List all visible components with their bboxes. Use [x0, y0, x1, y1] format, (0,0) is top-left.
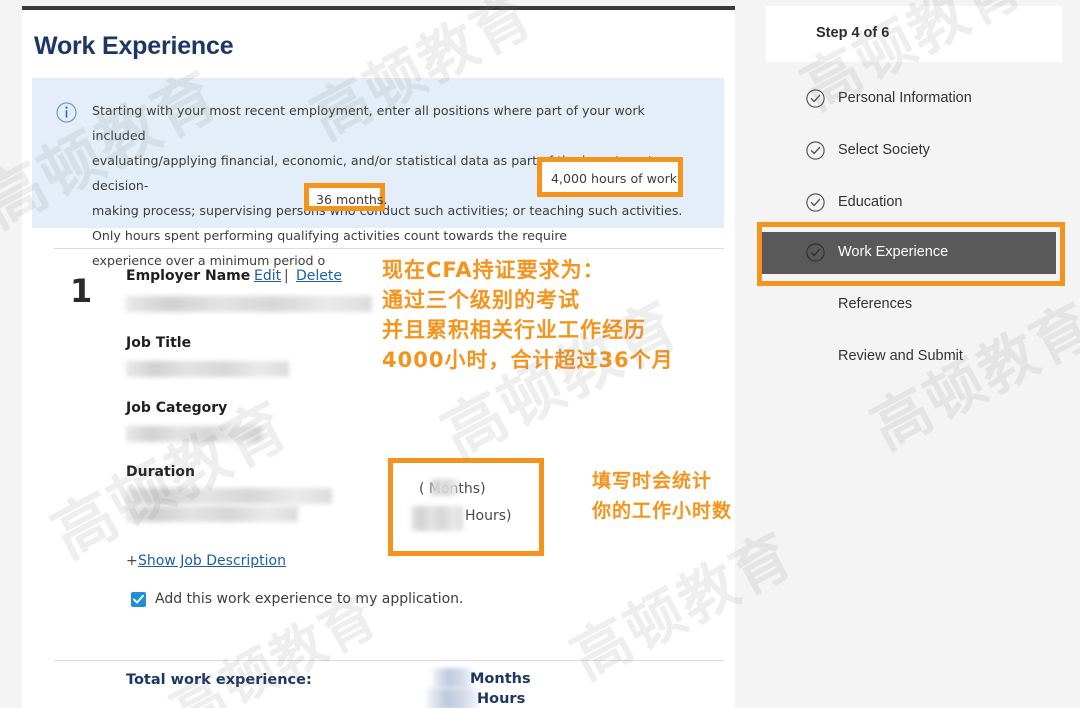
- entry-hours-text: Hours): [465, 508, 511, 524]
- step-indicator-card: Step 4 of 6: [766, 6, 1062, 62]
- sidebar-item-select-society[interactable]: Select Society: [760, 130, 1056, 172]
- sidebar-item-label: Select Society: [838, 142, 930, 158]
- highlight-hours-text: 4,000 hours of work: [551, 171, 678, 186]
- entry-number: 1: [70, 272, 92, 310]
- sidebar-item-label: Education: [838, 194, 903, 210]
- sidebar-item-personal-information[interactable]: Personal Information: [760, 78, 1056, 120]
- sidebar-item-review-and-submit[interactable]: Review and Submit: [760, 336, 1056, 378]
- highlight-months-hours-box: ( Months) Hours): [388, 458, 544, 556]
- job-title-value-redacted: [126, 361, 289, 377]
- highlight-months-requirement: 36 months.: [304, 183, 385, 211]
- annotation-hours-tally: 填写时会统计 你的工作小时数: [592, 466, 732, 526]
- entry-months-value-redacted: [431, 479, 457, 496]
- expand-plus-icon: +: [126, 553, 138, 569]
- job-category-value-redacted: [126, 426, 262, 442]
- divider-bottom: [54, 660, 724, 661]
- step-indicator-label: Step 4 of 6: [816, 25, 889, 41]
- annotation-line: 并且累积相关行业工作经历: [382, 315, 674, 345]
- total-months-value-redacted: [432, 668, 472, 688]
- add-experience-checkbox[interactable]: [131, 592, 146, 607]
- delete-link[interactable]: Delete: [296, 268, 342, 284]
- sidebar-item-education[interactable]: Education: [760, 182, 1056, 224]
- add-experience-checkbox-label: Add this work experience to my applicati…: [155, 591, 463, 607]
- annotation-line: 现在CFA持证要求为：: [382, 255, 674, 285]
- employer-name-value-redacted: [126, 296, 372, 312]
- entry-hours-value-redacted: [411, 506, 463, 531]
- check-circle-icon: [806, 141, 825, 160]
- duration-value-redacted-line1: [126, 488, 332, 504]
- progress-sidebar: Step 4 of 6 Personal Information Select …: [760, 0, 1080, 708]
- link-separator: |: [284, 268, 289, 284]
- annotation-line: 你的工作小时数: [592, 496, 732, 526]
- sidebar-item-references[interactable]: References: [760, 284, 1056, 326]
- total-hours-value-redacted: [426, 688, 478, 708]
- annotation-line: 4000小时，合计超过36个月: [382, 345, 674, 375]
- total-months-unit: Months: [470, 671, 531, 687]
- duration-label: Duration: [126, 464, 195, 480]
- sidebar-item-label: Personal Information: [838, 90, 972, 106]
- annotation-line: 填写时会统计: [592, 466, 732, 496]
- total-hours-unit: Hours: [477, 691, 525, 707]
- check-circle-icon: [806, 89, 825, 108]
- job-category-label: Job Category: [126, 400, 227, 416]
- sidebar-item-label: References: [838, 296, 912, 312]
- check-icon: [133, 594, 144, 605]
- show-job-description-link[interactable]: Show Job Description: [138, 553, 286, 569]
- info-line-4: Only hours spent performing qualifying a…: [92, 223, 702, 248]
- sidebar-item-label: Review and Submit: [838, 348, 963, 364]
- annotation-line: 通过三个级别的考试: [382, 285, 674, 315]
- job-title-label: Job Title: [126, 335, 191, 351]
- highlight-months-text: 36 months.: [316, 192, 380, 207]
- check-circle-icon: [806, 193, 825, 212]
- info-circle-icon: [56, 102, 77, 123]
- edit-link[interactable]: Edit: [254, 268, 281, 284]
- page-title: Work Experience: [34, 32, 233, 61]
- annotation-cfa-requirements: 现在CFA持证要求为： 通过三个级别的考试 并且累积相关行业工作经历 4000小…: [382, 255, 674, 375]
- duration-value-redacted-line2: [126, 506, 298, 522]
- screenshot-root: Work Experience Starting with your most …: [0, 0, 1080, 708]
- info-line-1: Starting with your most recent employmen…: [92, 98, 702, 148]
- info-line-3: making process; supervising persons who …: [92, 198, 702, 223]
- highlight-work-experience-step: [757, 222, 1065, 286]
- highlight-hours-requirement: 4,000 hours of work: [537, 157, 683, 197]
- divider-top: [54, 248, 724, 249]
- total-work-experience-label: Total work experience:: [126, 672, 312, 688]
- employer-name-label: Employer Name: [126, 268, 250, 284]
